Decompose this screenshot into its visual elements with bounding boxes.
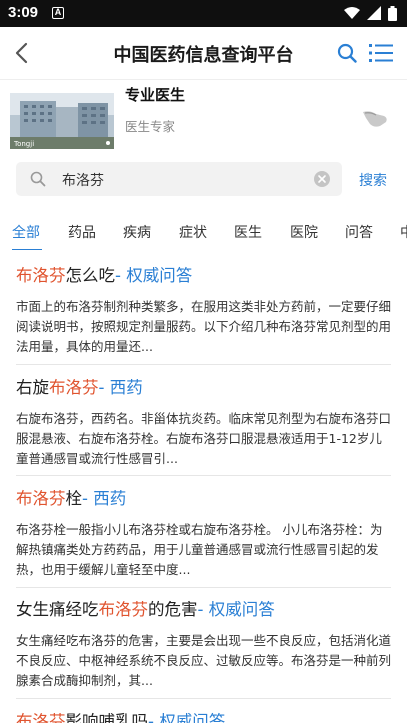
divider [16,698,391,699]
hospital-image: Tongji [10,93,114,149]
list-item[interactable]: 女生痛经吃布洛芬的危害- 权威问答 女生痛经吃布洛芬的危害，主要是会出现一些不良… [16,598,391,691]
divider [16,587,391,588]
status-bar: 3:09 A [0,0,407,27]
tab-hospitals[interactable]: 医院 [290,222,318,242]
doctor-card[interactable]: Tongji 专业医生 医生专家 [0,80,407,152]
battery-icon [388,5,397,21]
list-item[interactable]: 布洛芬怎么吃- 权威问答 市面上的布洛芬制剂种类繁多，在服用这类非处方药前，一定… [16,264,391,357]
tab-symptoms[interactable]: 症状 [179,222,207,242]
tab-drugs[interactable]: 药品 [68,222,96,242]
search-button[interactable]: 搜索 [359,170,387,190]
status-time: 3:09 [8,4,39,21]
tab-doctors[interactable]: 医生 [234,222,262,242]
tab-qa[interactable]: 问答 [345,222,373,242]
result-description: 布洛芬栓一般指小儿布洛芬栓或右旋布洛芬栓。 小儿布洛芬栓：为解热镇痛类处方药药品… [16,522,383,577]
doctor-card-subtitle: 医生专家 [125,119,176,134]
list-item[interactable]: 布洛芬栓- 西药 布洛芬栓一般指小儿布洛芬栓或右旋布洛芬栓。 小儿布洛芬栓：为解… [16,487,391,580]
search-icon[interactable] [337,43,357,63]
clear-icon[interactable] [314,171,330,187]
menu-list-icon[interactable] [369,43,393,63]
divider [16,364,391,365]
result-title: 女生痛经吃布洛芬的危害- 权威问答 [16,600,275,619]
signal-icon [367,6,381,20]
tab-all[interactable]: 全部 [12,222,40,242]
active-tab-indicator [12,249,42,250]
hospital-image-caption: Tongji [13,140,34,148]
list-item[interactable]: 布洛芬影响哺乳吗- 权威问答 [16,710,391,723]
result-title: 布洛芬影响哺乳吗- 权威问答 [16,712,226,723]
divider [16,475,391,476]
result-description: 市面上的布洛芬制剂种类繁多，在服用这类非处方药前，一定要仔细阅读说明书，按照规定… [16,299,391,354]
notification-icon: A [52,7,64,19]
tab-diseases[interactable]: 疾病 [123,222,151,242]
app-header: 中国医药信息查询平台 [0,27,407,79]
category-tabs: 全部 药品 疾病 症状 医生 医院 问答 中 [0,212,407,250]
status-icons [344,5,397,21]
pointing-hand-icon [363,111,387,127]
result-title: 布洛芬栓- 西药 [16,489,127,508]
tab-more[interactable]: 中 [400,222,407,242]
wifi-icon [344,7,360,19]
result-description: 女生痛经吃布洛芬的危害，主要是会出现一些不良反应，包括消化道不良反应、中枢神经系… [16,633,391,688]
result-title: 右旋布洛芬- 西药 [16,378,143,397]
list-item[interactable]: 右旋布洛芬- 西药 右旋布洛芬，西药名。非甾体抗炎药。临床常见剂型为右旋布洛芬口… [16,376,391,469]
result-title: 布洛芬怎么吃- 权威问答 [16,266,193,285]
result-description: 右旋布洛芬，西药名。非甾体抗炎药。临床常见剂型为右旋布洛芬口服混悬液、右旋布洛芬… [16,411,391,466]
doctor-card-title: 专业医生 [125,86,186,104]
search-icon [30,171,46,187]
search-input[interactable]: 布洛芬 [16,162,342,196]
search-value: 布洛芬 [62,173,104,189]
